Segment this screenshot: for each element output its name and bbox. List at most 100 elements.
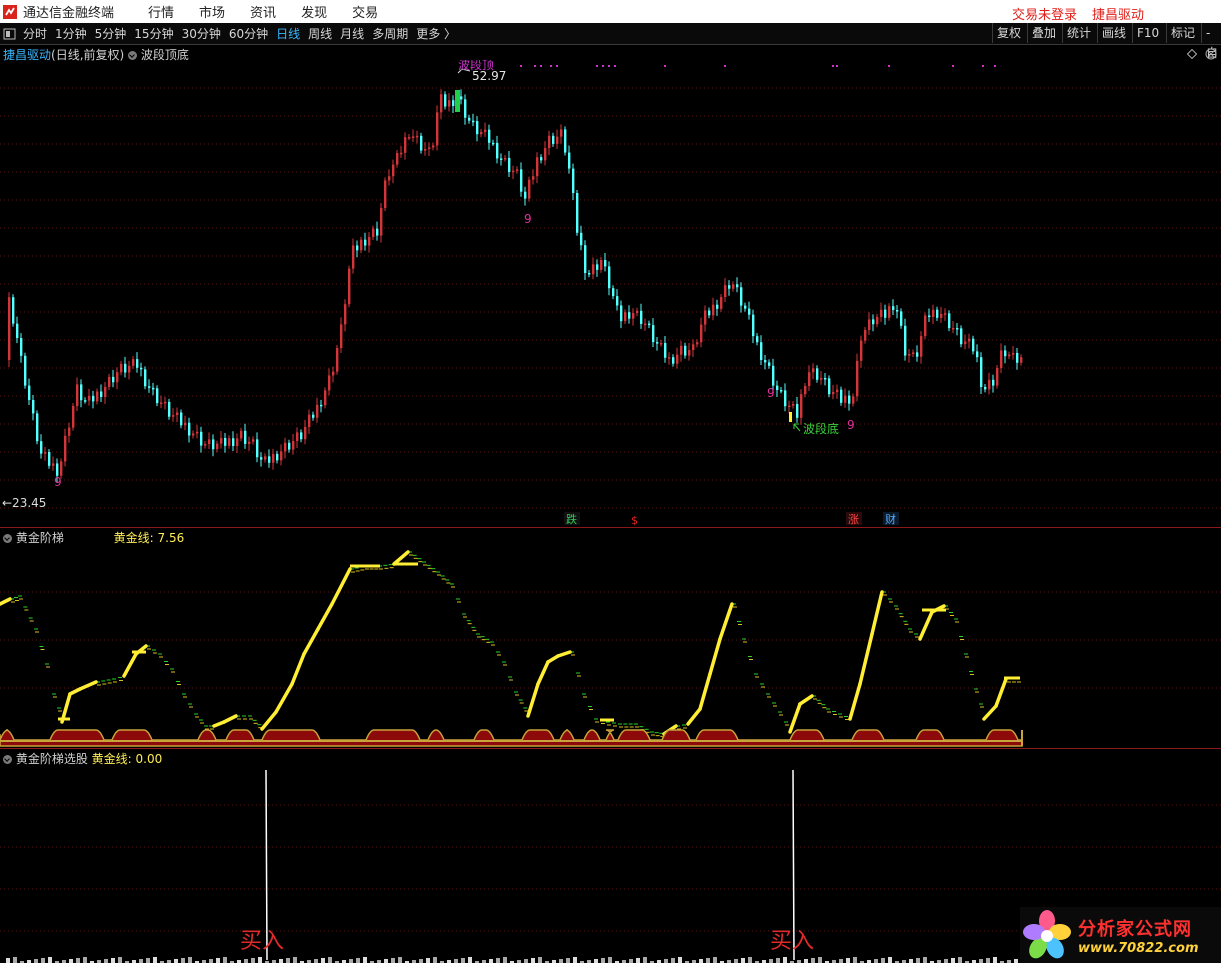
candle-body — [448, 100, 451, 107]
candle-body — [732, 284, 735, 289]
ladder-grid-lines — [0, 591, 1221, 689]
candle-body — [708, 310, 711, 316]
stats-button[interactable]: 统计 — [1062, 23, 1095, 43]
menu-news[interactable]: 资讯 — [250, 2, 276, 21]
candle-body — [476, 121, 479, 135]
period-tab-15min[interactable]: 15分钟 — [134, 25, 173, 42]
volume-bar — [153, 957, 157, 963]
panel-toggle-icon[interactable] — [3, 28, 17, 40]
candle-body — [268, 456, 271, 463]
gold-rising-step — [718, 602, 734, 641]
menu-discover[interactable]: 发现 — [301, 2, 327, 21]
volume-bar — [573, 957, 577, 963]
login-status-link[interactable]: 交易未登录 — [1012, 4, 1077, 23]
candle-body — [996, 368, 999, 386]
candle-body — [912, 352, 915, 354]
candle-body — [188, 422, 191, 436]
volume-bar — [839, 959, 843, 963]
candle-body — [404, 137, 407, 153]
period-tab-intraday[interactable]: 分时 — [23, 25, 47, 42]
candle-body — [388, 176, 391, 181]
period-tab-daily[interactable]: 日线 — [276, 25, 300, 42]
low-price-label: ←23.45 — [2, 496, 46, 510]
candle-body — [560, 129, 563, 137]
ladder-indicator-name[interactable]: 黄金阶梯 — [16, 531, 64, 545]
candle-body — [372, 228, 375, 238]
gold-rising-step — [0, 597, 12, 606]
candle-body — [128, 365, 131, 373]
candle-body — [892, 306, 895, 310]
buy-signals: 买入 买入 — [240, 769, 814, 961]
draw-button[interactable]: 画线 — [1097, 23, 1130, 43]
candle-body — [380, 208, 383, 236]
menu-trade[interactable]: 交易 — [352, 2, 378, 21]
signal-dot — [520, 65, 522, 67]
custom-button[interactable]: -自 — [1201, 23, 1221, 60]
candle-body — [136, 359, 139, 368]
highlight-candle — [789, 412, 792, 422]
candle-body — [140, 367, 143, 370]
f10-button[interactable]: F10 — [1132, 23, 1163, 43]
panel-divider — [0, 748, 1221, 749]
candle-body — [60, 461, 63, 476]
ladder-line-label: 黄金线: — [113, 531, 154, 545]
select-indicator-name[interactable]: 黄金阶梯选股 — [16, 752, 88, 766]
candle-body — [988, 379, 991, 390]
candle-body — [192, 433, 195, 436]
volume-bar — [853, 957, 857, 963]
volume-bar — [391, 958, 395, 963]
watermark-name: 分析家公式网 — [1078, 918, 1192, 940]
candle-body — [664, 343, 667, 358]
gold-rising-step — [536, 660, 550, 686]
candle-body — [416, 135, 419, 138]
menu-quotes[interactable]: 行情 — [148, 2, 174, 21]
candle-body — [636, 310, 639, 314]
collapse-circle-icon[interactable] — [3, 755, 12, 764]
signal-dot — [724, 65, 726, 67]
stock-name-link[interactable]: 捷昌驱动 — [1092, 4, 1144, 23]
candle-body — [740, 287, 743, 306]
candle-body — [536, 157, 539, 177]
period-tab-1min[interactable]: 1分钟 — [55, 25, 87, 42]
mark-button[interactable]: 标记 — [1166, 23, 1199, 43]
volume-bar — [489, 959, 493, 963]
volume-bar — [643, 957, 647, 963]
candlestick-chart[interactable]: 波段顶 52.97 波段底 9 9 9 9 ←23.45 跌 $ 涨 财 — [0, 60, 1221, 527]
candle-body — [224, 438, 227, 446]
volume-bar — [818, 957, 822, 963]
candle-body — [464, 99, 467, 118]
candle-body — [784, 390, 787, 407]
candle-body — [880, 309, 883, 317]
volume-bar — [1014, 959, 1018, 963]
volume-bar — [769, 959, 773, 963]
period-tab-60min[interactable]: 60分钟 — [229, 25, 268, 42]
adjust-button[interactable]: 复权 — [992, 23, 1025, 43]
collapse-circle-icon[interactable] — [3, 534, 12, 543]
period-tab-multi[interactable]: 多周期 — [372, 25, 408, 42]
candle-body — [864, 330, 867, 341]
period-tab-monthly[interactable]: 月线 — [340, 25, 364, 42]
volume-bar — [363, 957, 367, 963]
event-rise-marker[interactable]: 涨 — [848, 513, 859, 526]
candle-body — [368, 237, 371, 246]
period-tab-5min[interactable]: 5分钟 — [95, 25, 127, 42]
period-tab-30min[interactable]: 30分钟 — [182, 25, 221, 42]
candle-body — [1000, 350, 1003, 368]
event-dollar-marker[interactable]: $ — [631, 514, 638, 527]
candle-body — [808, 372, 811, 386]
event-fall-marker[interactable]: 跌 — [566, 512, 577, 526]
close-panel-icon[interactable] — [1205, 48, 1217, 60]
candle-body — [744, 305, 747, 309]
overlay-button[interactable]: 叠加 — [1027, 23, 1060, 43]
event-finance-marker[interactable]: 财 — [885, 512, 896, 526]
gold-ladder-chart[interactable] — [0, 544, 1221, 748]
collapse-circle-icon[interactable] — [128, 51, 138, 60]
menu-market[interactable]: 市场 — [199, 2, 225, 21]
high-price-label: 52.97 — [472, 69, 506, 83]
signal-dot — [664, 65, 666, 67]
period-tab-more[interactable]: 更多 〉 — [416, 25, 456, 42]
period-tab-weekly[interactable]: 周线 — [308, 25, 332, 42]
candle-body — [452, 100, 455, 106]
expand-diamond-icon[interactable] — [1187, 49, 1197, 59]
candle-body — [772, 365, 775, 386]
